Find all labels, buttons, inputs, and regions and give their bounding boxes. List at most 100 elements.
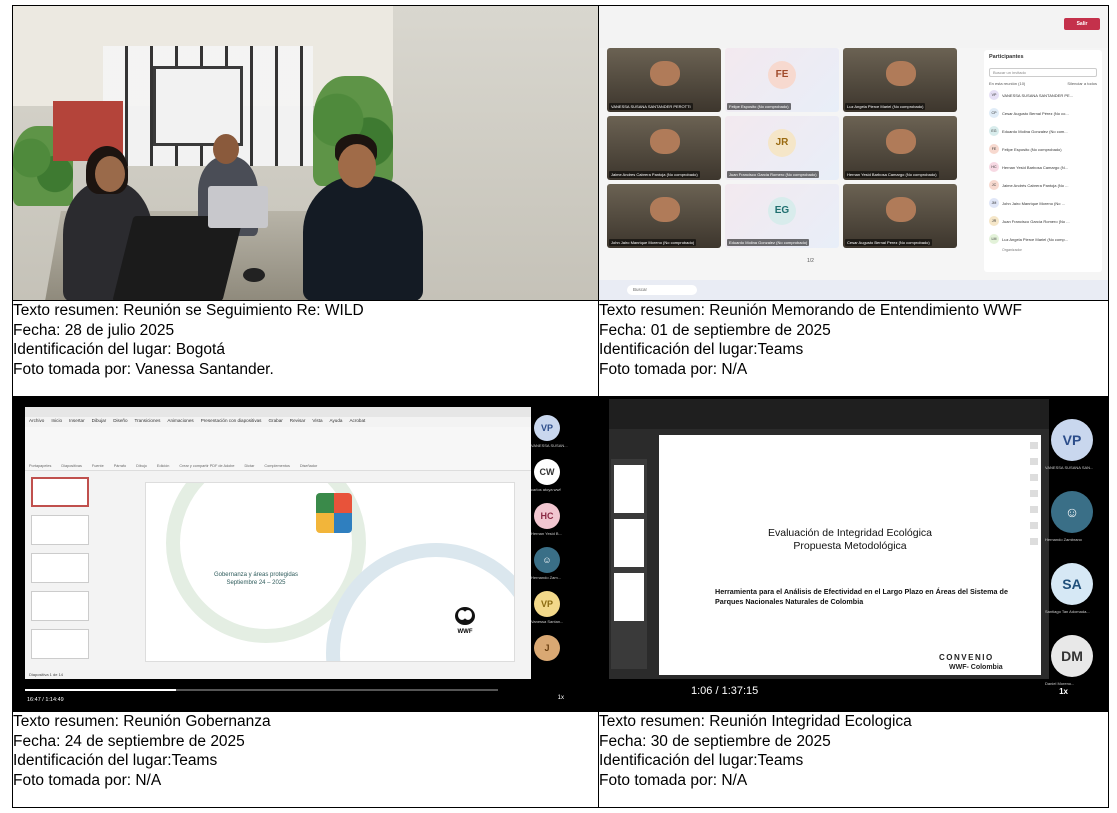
menu-tab[interactable]: Vista	[312, 418, 322, 426]
menu-tab[interactable]: Dibujar	[92, 418, 107, 426]
video-tile[interactable]: Hernan Yesid Barbosa Camargo (No comprob…	[843, 116, 957, 180]
video-tile[interactable]: EG Eduardo Molina Gonzalez (No comprobado…	[725, 184, 839, 248]
participant-name-label: Luz Angela Pierce Mariel (No comprobado)	[845, 103, 926, 110]
participant-list-item[interactable]: HC Hernan Yesid Barbosa Camargo (N...	[984, 158, 1102, 176]
participant-name-label: John Jairo Manrique Moreno (No comprobad…	[609, 239, 697, 246]
place-text: Identificación del lugar:Teams	[599, 341, 804, 358]
participant-avatar: SA	[1051, 563, 1093, 605]
menu-tab[interactable]: Animaciones	[167, 418, 193, 426]
ribbon-group-label: Diseñador	[299, 464, 318, 468]
video-tile[interactable]: Luz Angela Pierce Mariel (No comprobado)	[843, 48, 957, 112]
video-time: 16:47 / 1:14:49	[27, 697, 64, 703]
participant-name-label: Jaime Andres Cabrera Pantoja (No comprob…	[609, 171, 700, 178]
avatar: FE	[989, 144, 999, 154]
avatar: CP	[989, 108, 999, 118]
participant-name-label: Eduardo Molina Gonzalez (No comprobado)	[727, 239, 810, 246]
ribbon-group-label: Dictar	[244, 464, 255, 468]
menu-tab[interactable]: Inicio	[51, 418, 62, 426]
participant-initials: FE	[768, 60, 796, 89]
participant-list-item[interactable]: EG Eduardo Molina Gonzalez (No com...	[984, 122, 1102, 140]
participant-name-label: Hernan Yesid Barbosa Camargo (No comprob…	[845, 171, 939, 178]
participant-avatar: DM	[1051, 635, 1093, 677]
menu-tab[interactable]: Acrobat	[349, 418, 365, 426]
speed-button[interactable]: 1x	[1059, 687, 1068, 696]
participant-list-item[interactable]: JM John Jairo Manrique Moreno (No ...	[984, 194, 1102, 212]
participant-avatar: VP	[1051, 419, 1093, 461]
powerpoint-window: Archivo Inicio Insertar Dibujar Diseño Transi…	[25, 407, 531, 679]
participant-search-input[interactable]: Buscar un invitado	[989, 68, 1097, 77]
photo-cell-2: Salir VANESSA SUSANA SANTANDER PEROTTI FE…	[598, 5, 1109, 301]
participant-avatar: J	[534, 635, 560, 661]
participant-name: Cesar Augusto Bernal Pérez (No co...	[1002, 110, 1069, 116]
participant-name: Juan Francisco García Romero (No ...	[1002, 218, 1070, 224]
slide-thumbnail[interactable]	[31, 515, 89, 545]
menu-tab[interactable]: Archivo	[29, 418, 44, 426]
participant-list-item[interactable]: JR Juan Francisco García Romero (No ...	[984, 212, 1102, 230]
leave-button[interactable]: Salir	[1064, 18, 1100, 30]
page-thumbnail[interactable]	[614, 465, 644, 513]
wwf-logo: WWF	[455, 607, 475, 635]
menu-tab[interactable]: Transiciones	[135, 418, 161, 426]
acrobat-recording-screenshot: Evaluación de Integridad Ecológica Propu…	[599, 397, 1108, 711]
video-tile[interactable]: JR Juan Francisco Garcia Romero (No compr…	[725, 116, 839, 180]
slide-title: Gobernanza y áreas protegidas Septiembre…	[213, 572, 299, 586]
menu-tab[interactable]: Presentación con diapositivas	[201, 418, 262, 426]
menu-tab[interactable]: Insertar	[69, 418, 85, 426]
page-thumbnail[interactable]	[614, 519, 644, 567]
menu-tab[interactable]: Diseño	[113, 418, 127, 426]
participant-video	[886, 128, 916, 155]
video-tile[interactable]: VANESSA SUSANA SANTANDER PEROTTI	[607, 48, 721, 112]
participant-list-item[interactable]: LM Luz Angela Pierce Mariel (No comp...	[984, 230, 1102, 248]
avatar: JM	[989, 198, 999, 208]
acrobat-tools-bar[interactable]	[1030, 442, 1038, 572]
place-text: Identificación del lugar: Bogotá	[13, 341, 225, 358]
photo-credit-text: Foto tomada por: N/A	[599, 360, 748, 378]
menu-tab[interactable]: Revisar	[290, 418, 306, 426]
participant-list-item[interactable]: JC Jaime Andrés Cabrera Pantoja (No ...	[984, 176, 1102, 194]
speed-button[interactable]: 1x	[558, 695, 564, 701]
org-label: WWF- Colombia	[949, 664, 1003, 671]
meeting-room-photo	[13, 6, 598, 300]
page-indicator[interactable]: 1/2	[807, 258, 814, 264]
powerpoint-recording-screenshot: Archivo Inicio Insertar Dibujar Diseño Transi…	[13, 397, 598, 711]
participant-video	[650, 128, 680, 155]
status-bar-slide-count: Diapositiva 1 de 14	[29, 672, 64, 677]
slide-thumbnail[interactable]	[31, 591, 89, 621]
photo-cell-4: Evaluación de Integridad Ecológica Propu…	[598, 396, 1109, 712]
video-time: 1:06 / 1:37:15	[691, 685, 759, 697]
participant-list-item[interactable]: CP Cesar Augusto Bernal Pérez (No co...	[984, 104, 1102, 122]
place-text: Identificación del lugar:Teams	[599, 752, 804, 769]
user-icon: ☺	[1051, 491, 1093, 533]
video-tile[interactable]: John Jairo Manrique Moreno (No comprobad…	[607, 184, 721, 248]
participant-video	[650, 196, 680, 223]
avatar: JC	[989, 180, 999, 190]
participant-name: Hernando Zambrano	[1045, 537, 1082, 542]
participant-list-item[interactable]: FE Felipe Esposito (No comprobado)	[984, 140, 1102, 158]
video-tile[interactable]: Jaime Andres Cabrera Pantoja (No comprob…	[607, 116, 721, 180]
photo-cell-3: Archivo Inicio Insertar Dibujar Diseño Transi…	[12, 396, 599, 712]
slide-thumbnail[interactable]	[31, 477, 89, 507]
page-thumbnail[interactable]	[614, 573, 644, 621]
video-progress-bar[interactable]	[25, 689, 498, 691]
slide-thumbnail[interactable]	[31, 553, 89, 583]
participant-name: VANESSA SUSAN...	[531, 443, 568, 448]
taskbar-search-box[interactable]: Buscar	[627, 285, 697, 295]
participant-initials: EG	[768, 196, 796, 225]
teams-toolbar	[599, 6, 1108, 48]
slide-thumbnail[interactable]	[31, 629, 89, 659]
participant-name: Felipe Esposito (No comprobado)	[1002, 146, 1062, 152]
video-tile[interactable]: Cesar Augusto Bernal Perez (No comprobad…	[843, 184, 957, 248]
menu-tab[interactable]: Ayuda	[330, 418, 343, 426]
participant-list-item[interactable]: VP VANESSA SUSANA SANTANDER PE...	[984, 86, 1102, 104]
participant-name-label: VANESSA SUSANA SANTANDER PEROTTI	[609, 103, 693, 110]
ribbon-group-label: Párrafo	[113, 464, 127, 468]
participant-name: VANESSA SUSANA SAN...	[1045, 465, 1094, 470]
windows-taskbar: Buscar	[599, 280, 1108, 300]
menu-tab[interactable]: Grabar	[268, 418, 282, 426]
ribbon-group-label: Complementos	[264, 464, 290, 468]
participant-name: Eduardo Molina Gonzalez (No com...	[1002, 128, 1068, 134]
video-tile[interactable]: FE Felipe Esposito (No comprobado)	[725, 48, 839, 112]
caption-cell-1: Texto resumen: Reunión se Seguimiento Re…	[12, 300, 599, 397]
ribbon-group-label: Edición	[156, 464, 170, 468]
mute-all-button[interactable]: Silenciar a todos	[1067, 81, 1097, 86]
